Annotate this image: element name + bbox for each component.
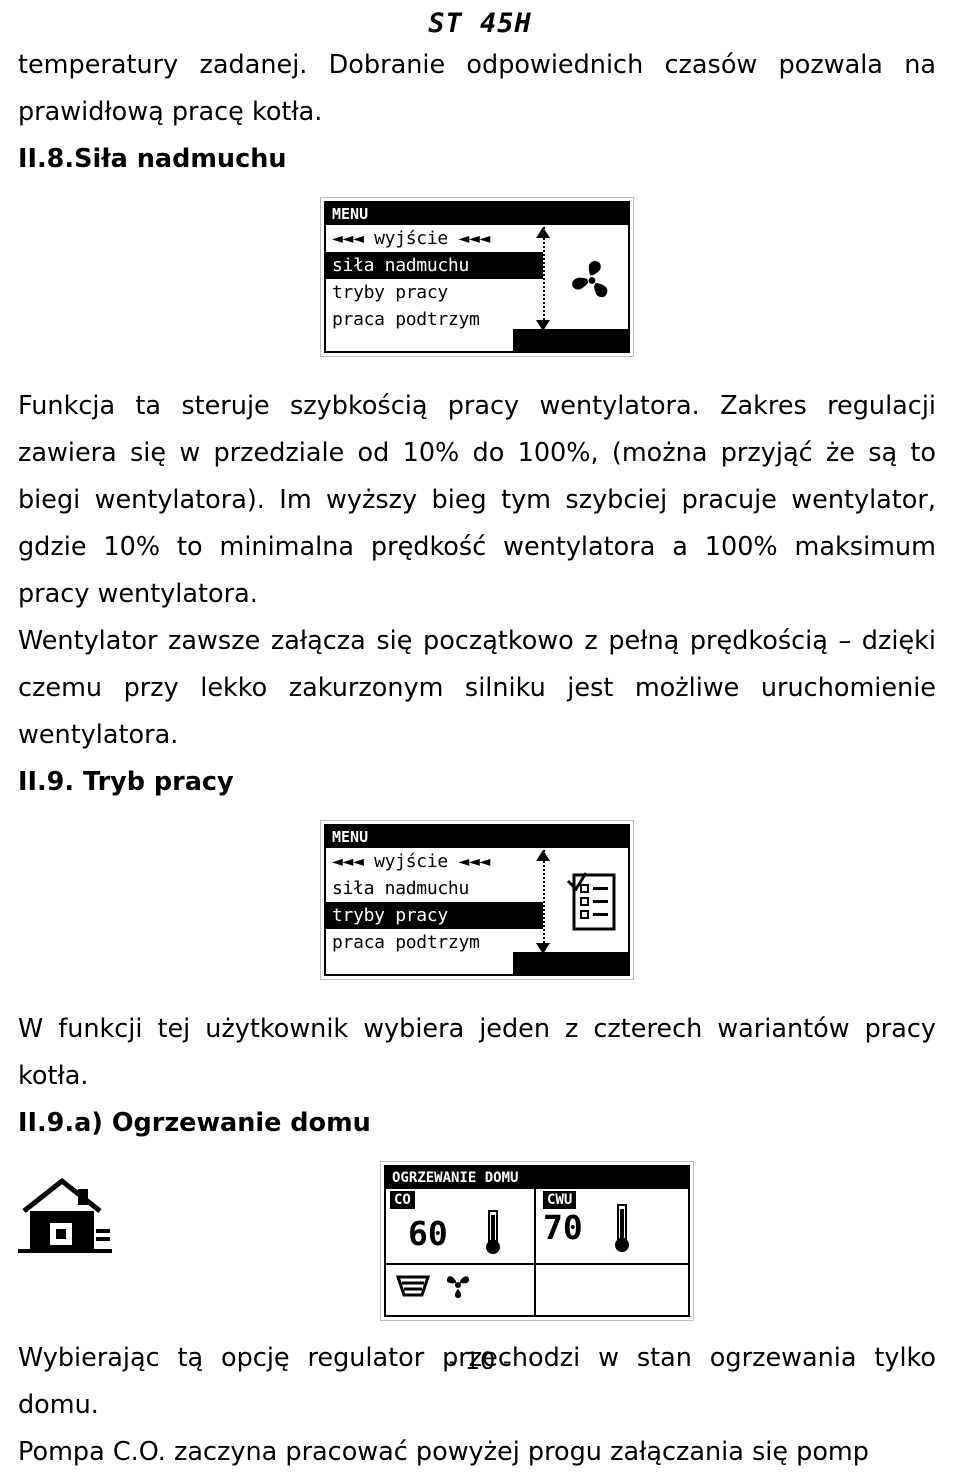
paragraph-fan-description: Funkcja ta steruje szybkością pracy went…: [18, 391, 936, 609]
brand-logo: ST 45H: [0, 0, 960, 42]
brand-logo-text: ST 45H: [428, 8, 532, 39]
lcd-screenshot-heating: OGRZEWANIE DOMU CO CWU 60 70: [384, 1165, 690, 1317]
lcd-menu-list: ◄◄◄ wyjście ◄◄◄ siła nadmuchu tryby prac…: [326, 848, 544, 956]
menu-item-praca-podtrzym[interactable]: praca podtrzym: [326, 306, 543, 333]
page-footer: - 10 -: [0, 1347, 960, 1375]
heating-illustration-row: OGRZEWANIE DOMU CO CWU 60 70: [18, 1161, 936, 1321]
paragraph-fan-startup: Wentylator zawsze załącza się początkowo…: [18, 626, 936, 750]
house-icon: [18, 1177, 112, 1253]
lcd-horizontal-divider: [386, 1263, 688, 1265]
lcd-icon-area: [556, 852, 628, 952]
lcd-center-divider: [533, 1189, 536, 1315]
lcd-title-bar: MENU: [326, 826, 628, 848]
list-icon: [566, 872, 616, 931]
paragraph-pump-description: Pompa C.O. zaczyna pracować powyżej prog…: [18, 1437, 869, 1467]
lcd-frame: OGRZEWANIE DOMU CO CWU 60 70: [380, 1161, 694, 1321]
menu-item-tryby-pracy[interactable]: tryby pracy: [326, 902, 544, 929]
menu-item-praca-podtrzym[interactable]: praca podtrzym: [326, 929, 543, 956]
lcd-bottom-bar: [513, 329, 628, 351]
menu-item-sila-nadmuchu[interactable]: siła nadmuchu: [326, 252, 544, 279]
lcd-scroll-indicators[interactable]: [530, 850, 556, 954]
lcd-screenshot-fan-menu: MENU ◄◄◄ wyjście ◄◄◄ siła nadmuchu tryby…: [324, 201, 630, 353]
page-content: temperatury zadanej. Dobranie odpowiedni…: [0, 42, 960, 1476]
lcd-title-bar: MENU: [326, 203, 628, 225]
thermometer-icon: [486, 1210, 500, 1254]
fan-icon: [446, 1276, 470, 1298]
heading-II9a: II.9.a) Ogrzewanie domu: [18, 1108, 371, 1138]
label-co: CO: [390, 1191, 415, 1209]
menu-item-sila-nadmuchu[interactable]: siła nadmuchu: [326, 875, 543, 902]
lcd-screenshot-heating-wrap: OGRZEWANIE DOMU CO CWU 60 70: [138, 1161, 936, 1321]
house-icon-wrap: [18, 1161, 138, 1261]
page-number: - 10 -: [448, 1347, 512, 1375]
thermometer-icon: [615, 1204, 629, 1252]
lcd-icon-area: [556, 229, 628, 329]
paragraph-mode-description: W funkcji tej użytkownik wybiera jeden z…: [18, 1014, 936, 1091]
lcd-menu-list: ◄◄◄ wyjście ◄◄◄ siła nadmuchu tryby prac…: [326, 225, 544, 333]
menu-item-exit[interactable]: ◄◄◄ wyjście ◄◄◄: [326, 225, 543, 252]
lcd-frame: MENU ◄◄◄ wyjście ◄◄◄ siła nadmuchu tryby…: [320, 197, 634, 357]
lcd-screenshot-mode-menu: MENU ◄◄◄ wyjście ◄◄◄ siła nadmuchu tryby…: [324, 824, 630, 976]
lcd-scroll-indicators[interactable]: [530, 227, 556, 331]
lcd-title-bar: OGRZEWANIE DOMU: [386, 1167, 688, 1189]
paragraph-intro: temperatury zadanej. Dobranie odpowiedni…: [18, 50, 936, 127]
heading-II9: II.9. Tryb pracy: [18, 767, 234, 797]
heading-II8: II.8.Siła nadmuchu: [18, 144, 287, 174]
lcd-screenshot-mode-menu-wrap: MENU ◄◄◄ wyjście ◄◄◄ siła nadmuchu tryby…: [18, 820, 936, 980]
document-page: ST 45H temperatury zadanej. Dobranie odp…: [0, 0, 960, 1467]
scroll-up-arrow-icon[interactable]: [536, 850, 551, 861]
fan-icon: [571, 260, 608, 298]
lcd-screenshot-fan-menu-wrap: MENU ◄◄◄ wyjście ◄◄◄ siła nadmuchu tryby…: [18, 197, 936, 357]
pump-icon: [396, 1275, 430, 1297]
scroll-up-arrow-icon[interactable]: [536, 227, 551, 238]
value-co: 60: [408, 1214, 448, 1253]
label-cwu: CWU: [543, 1191, 577, 1209]
lcd-bottom-bar: [513, 952, 628, 974]
value-cwu: 70: [543, 1208, 583, 1247]
menu-item-exit[interactable]: ◄◄◄ wyjście ◄◄◄: [326, 848, 543, 875]
menu-item-tryby-pracy[interactable]: tryby pracy: [326, 279, 543, 306]
lcd-frame: MENU ◄◄◄ wyjście ◄◄◄ siła nadmuchu tryby…: [320, 820, 634, 980]
